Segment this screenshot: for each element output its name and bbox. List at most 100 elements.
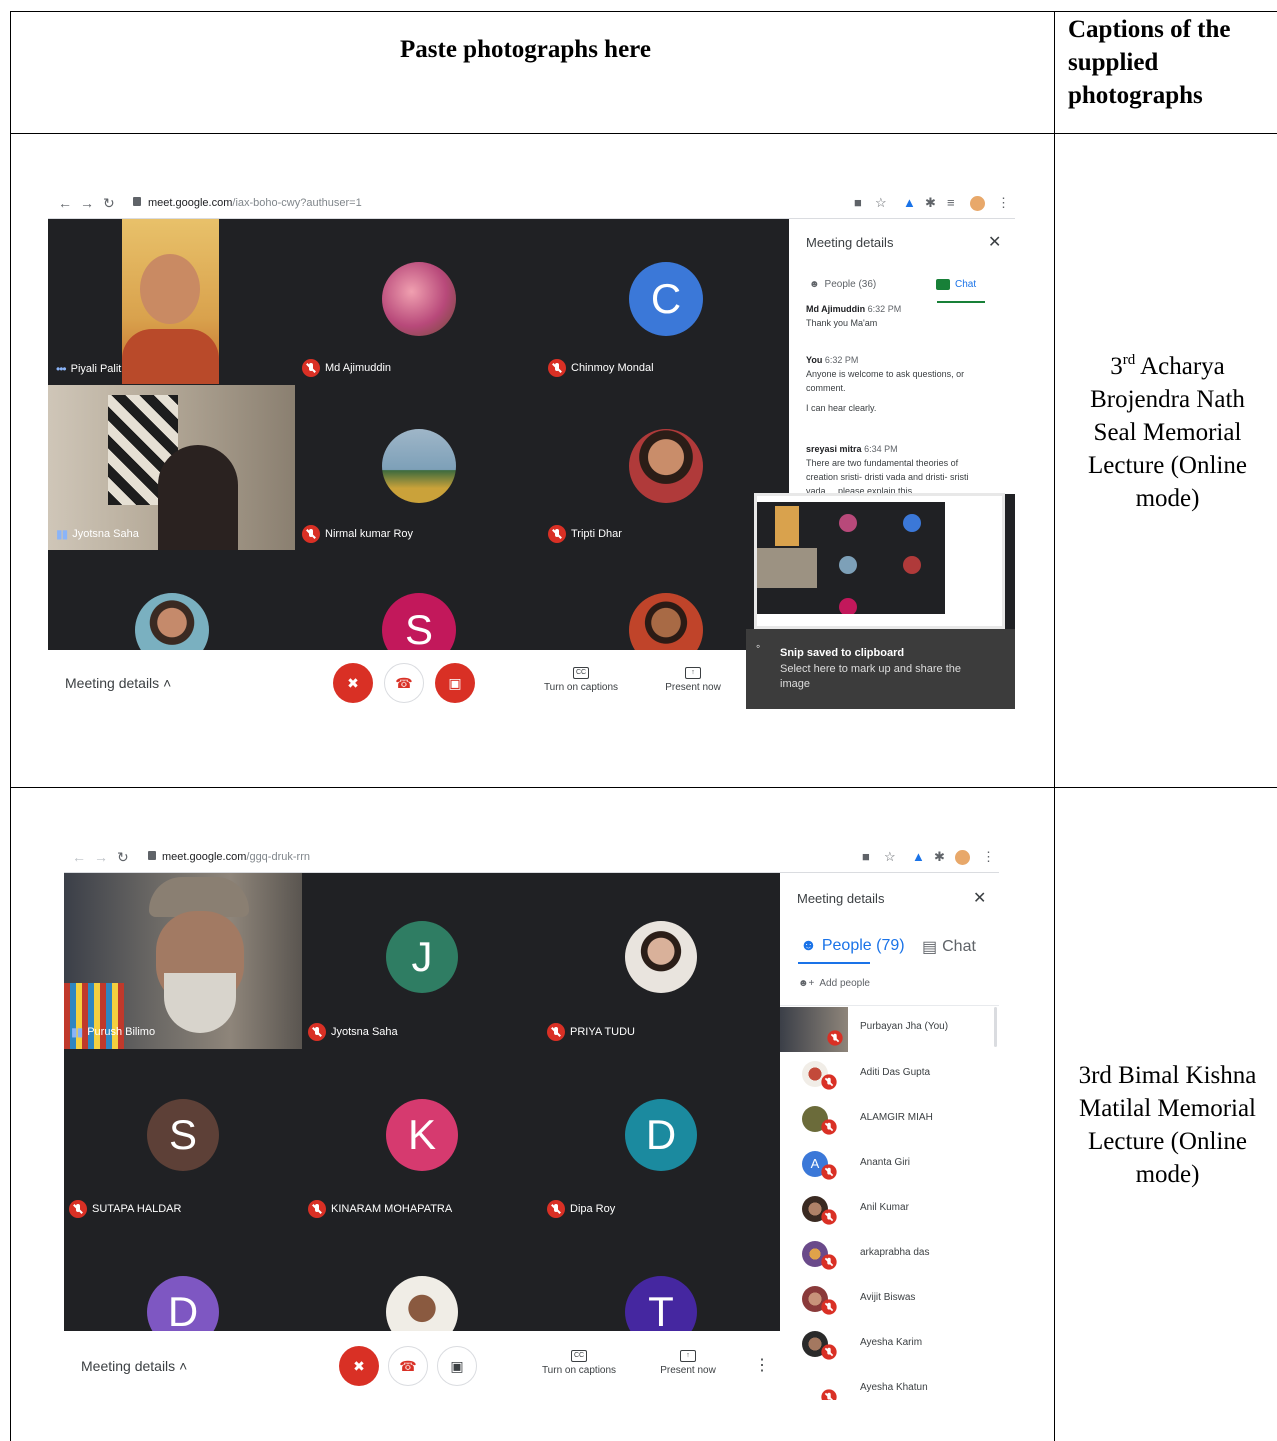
scrollbar[interactable] (994, 1007, 997, 1047)
leave-call-button[interactable]: ☎ (388, 1346, 428, 1386)
back-arrow-icon[interactable]: ← (58, 195, 72, 211)
bookshelf (64, 983, 124, 1049)
present-now-button[interactable]: ↑ Present now (643, 1350, 733, 1376)
participant-name-tag: ••• Piyali Palit (56, 362, 121, 376)
speaking-indicator-icon: ••• (56, 362, 67, 376)
participant-initial-avatar: T (625, 1276, 697, 1331)
close-icon[interactable]: ✕ (973, 888, 986, 908)
camera-off-icon: ▣ (448, 674, 462, 691)
caption-row-2-line-2: Matilal Memorial (1078, 1095, 1257, 1122)
camera-icon: ▣ (450, 1357, 464, 1374)
bookmark-star-icon[interactable]: ☆ (875, 195, 887, 211)
mic-off-button[interactable]: ✖ (333, 663, 373, 703)
participant-name: Purbayan Jha (You) (860, 1021, 949, 1032)
snip-icon: ◦ (756, 639, 761, 653)
tab-chat[interactable]: ▤ Chat (922, 937, 976, 957)
more-vert-icon[interactable]: ⋮ (997, 195, 1010, 211)
reload-icon[interactable]: ↻ (103, 195, 115, 212)
participant-name: Avijit Biswas (860, 1292, 916, 1303)
close-icon[interactable]: ✕ (988, 232, 1001, 252)
back-arrow-icon[interactable]: ← (72, 849, 86, 865)
lock-icon (133, 197, 141, 206)
camera-off-button[interactable]: ▣ (435, 663, 475, 703)
chat-tab-label: Chat (955, 279, 977, 290)
puzzle-extensions-icon[interactable]: ✱ (925, 195, 936, 211)
bookmark-star-icon[interactable]: ☆ (884, 849, 896, 865)
meeting-details-label: Meeting details (81, 1358, 176, 1374)
more-vert-icon[interactable]: ⋮ (982, 849, 995, 865)
puzzle-extensions-icon[interactable]: ✱ (934, 849, 945, 865)
reload-icon[interactable]: ↻ (117, 849, 129, 866)
forward-arrow-icon[interactable]: → (80, 195, 94, 211)
people-list-item[interactable]: ALAMGIR MIAH (780, 1098, 999, 1143)
speaking-indicator-icon: ▮▮ (56, 527, 68, 541)
participant-name: arkaprabha das (860, 1247, 930, 1258)
snip-toast[interactable]: ◦ Snip saved to clipboard Select here to… (746, 629, 1015, 709)
url-text[interactable]: meet.google.com/ggq-druk-rrn (162, 851, 310, 863)
captions-button[interactable]: CC Turn on captions (534, 1350, 624, 1376)
extension-icon[interactable]: ▲ (903, 195, 916, 210)
participant-name: Ananta Giri (860, 1157, 911, 1168)
participant-avatar-photo (135, 593, 209, 650)
active-tab-indicator (798, 962, 870, 964)
snip-preview-thumbnail[interactable] (754, 493, 1005, 629)
camera-button[interactable]: ▣ (437, 1346, 477, 1386)
people-list-item[interactable]: A Ananta Giri (780, 1143, 999, 1188)
participant-name: ALAMGIR MIAH (860, 1112, 933, 1123)
leave-call-button[interactable]: ☎ (384, 663, 424, 703)
people-list-item[interactable]: Ayesha Karim (780, 1323, 999, 1368)
extension-icon[interactable]: ▲ (912, 849, 925, 864)
closed-captions-icon: CC (571, 1350, 587, 1362)
reading-list-icon[interactable]: ≡ (947, 195, 955, 210)
tab-people[interactable]: ☻ People (79) (800, 937, 905, 955)
url-host: meet.google.com (148, 197, 233, 209)
people-list-item[interactable]: arkaprabha das (780, 1233, 999, 1278)
mic-off-icon (547, 1200, 565, 1218)
meeting-controls-bar: Meeting details ˄ ✖ ☎ ▣ CC Turn on captio… (64, 1331, 780, 1400)
people-list-item[interactable]: Aditi Das Gupta (780, 1053, 999, 1098)
caption-row-2-line-3: Lecture (Online (1088, 1128, 1247, 1155)
mic-off-button[interactable]: ✖ (339, 1346, 379, 1386)
participant-initial-avatar: D (625, 1099, 697, 1171)
participant-name: Ayesha Karim (860, 1337, 923, 1348)
participant-avatar-photo (386, 1276, 458, 1331)
tab-chat[interactable]: Chat (936, 279, 976, 290)
participant-name-tag: Md Ajimuddin (302, 359, 391, 377)
present-now-button[interactable]: ↑ Present now (648, 667, 738, 693)
more-options-icon[interactable]: ⋮ (754, 1355, 770, 1375)
add-person-icon: ☻+ (798, 978, 815, 989)
participant-name: SUTAPA HALDAR (92, 1203, 182, 1215)
participant-video (122, 219, 219, 384)
header-captions-line-1: Captions of the (1068, 16, 1231, 43)
person-beard (164, 973, 236, 1033)
browser-address-bar: ← → ↻ meet.google.com/iax-boho-cwy?authu… (48, 188, 1015, 219)
meeting-details-toggle[interactable]: Meeting details ˄ (65, 675, 171, 691)
people-icon: ☻ (809, 279, 820, 290)
meet-screenshot-2: ← → ↻ meet.google.com/ggq-druk-rrn ■ ☆ ▲… (64, 842, 999, 1400)
chat-message: sreyasi mitra 6:34 PM There are two fund… (806, 442, 981, 498)
participant-avatar-photo (629, 429, 703, 503)
camera-indicator-icon[interactable]: ■ (854, 195, 862, 210)
url-path: /iax-boho-cwy?authuser=1 (232, 197, 362, 209)
people-list-item[interactable]: Purbayan Jha (You) (780, 1007, 999, 1053)
participant-name-tag: ▮▮ Jyotsna Saha (56, 527, 139, 541)
people-list-item[interactable]: Avijit Biswas (780, 1278, 999, 1323)
chat-time: 6:32 PM (867, 304, 902, 314)
people-list-item[interactable]: Ayesha Khatun (780, 1368, 999, 1400)
captions-button[interactable]: CC Turn on captions (536, 667, 626, 693)
people-list-item[interactable]: Anil Kumar (780, 1188, 999, 1233)
profile-avatar[interactable] (955, 850, 970, 865)
tab-people[interactable]: ☻ People (36) (809, 279, 876, 290)
forward-arrow-icon[interactable]: → (94, 849, 108, 865)
thumbnail-panel (945, 502, 1002, 626)
chat-message: You 6:32 PM Anyone is welcome to ask que… (806, 353, 981, 415)
profile-avatar[interactable] (970, 196, 985, 211)
add-people-button[interactable]: ☻+ Add people (798, 978, 870, 989)
participant-name-tag: SUTAPA HALDAR (69, 1200, 181, 1218)
url-text[interactable]: meet.google.com/iax-boho-cwy?authuser=1 (148, 197, 362, 209)
meeting-details-toggle[interactable]: Meeting details ˄ (81, 1358, 187, 1374)
table-border-left (10, 11, 11, 1441)
toast-body: Select here to mark up and share the ima… (780, 663, 961, 690)
camera-indicator-icon[interactable]: ■ (862, 849, 870, 864)
chat-icon: ▤ (922, 939, 938, 956)
